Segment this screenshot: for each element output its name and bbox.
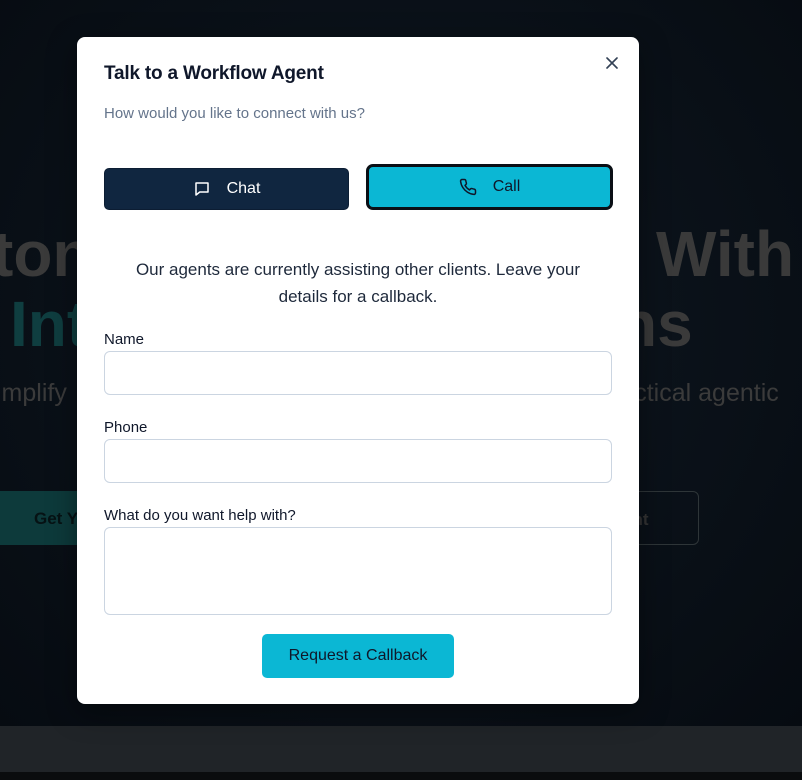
contact-agent-dialog: Talk to a Workflow Agent How would you l… (77, 37, 639, 704)
phone-label: Phone (104, 419, 148, 436)
name-label: Name (104, 331, 145, 348)
chat-mode-button[interactable]: Chat (104, 168, 349, 210)
page-footer-band (0, 726, 802, 772)
call-mode-button[interactable]: Call (366, 164, 613, 210)
chat-mode-label: Chat (226, 180, 261, 197)
dialog-title: Talk to a Workflow Agent (104, 63, 324, 84)
dialog-subtitle: How would you like to connect with us? (104, 105, 365, 122)
hero-primary-button: Get Y (0, 491, 86, 545)
availability-message: Our agents are currently assisting other… (135, 260, 581, 306)
request-callback-button[interactable]: Request a Callback (262, 634, 454, 678)
page-footer-edge (0, 772, 802, 780)
phone-input[interactable] (104, 439, 612, 483)
message-square-icon (193, 180, 211, 198)
name-input[interactable] (104, 351, 612, 395)
call-mode-label: Call (492, 178, 521, 195)
close-button[interactable] (603, 54, 621, 72)
hero-subtitle-fragment: implify (0, 379, 67, 407)
help-topic-label: What do you want help with? (104, 507, 296, 524)
hero-heading-fragment: With (656, 218, 795, 290)
close-icon (606, 57, 618, 69)
help-topic-textarea[interactable] (104, 527, 612, 615)
hero-primary-button-label: Get Y (34, 509, 79, 528)
phone-icon (459, 178, 477, 196)
